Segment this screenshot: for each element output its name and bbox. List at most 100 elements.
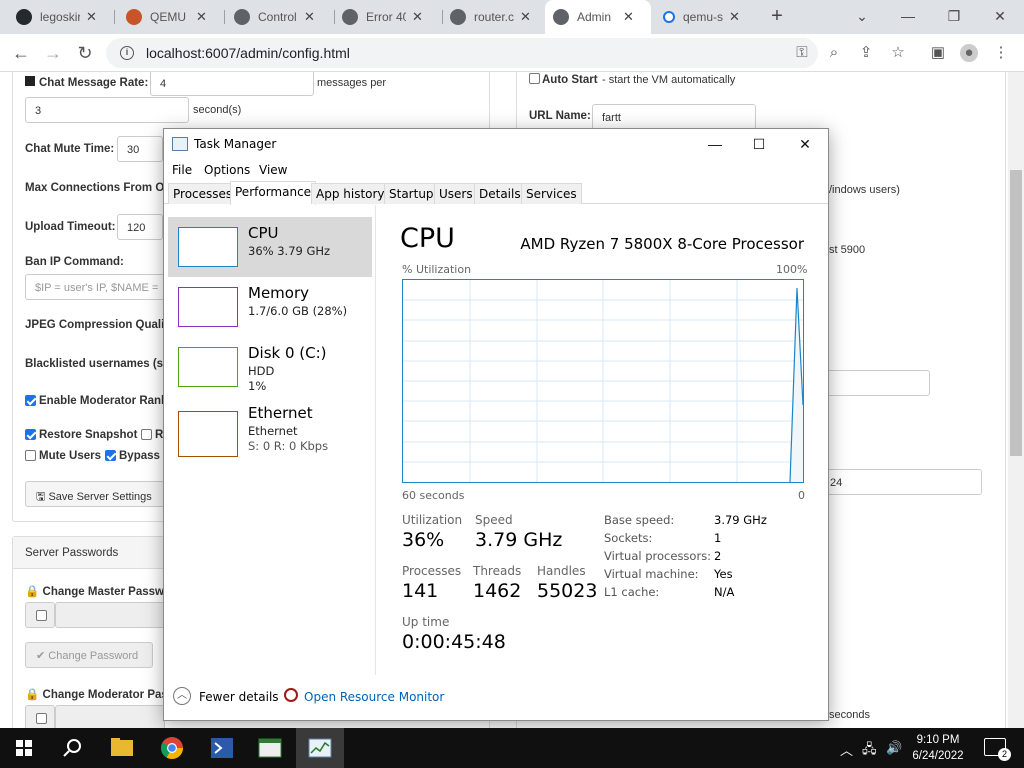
master-show-toggle[interactable] [25, 602, 55, 628]
tab-admin[interactable]: Admin ✕ [545, 0, 651, 34]
restore-snapshot-checkbox[interactable] [25, 429, 36, 440]
moderator-password-input[interactable] [55, 705, 165, 728]
tab-qemu[interactable]: QEMU ( ✕ [118, 0, 218, 34]
minimize-icon[interactable]: — [888, 4, 928, 30]
taskbar-search-button[interactable] [48, 728, 96, 768]
tab-title: Error 40 [366, 10, 406, 24]
forward-icon[interactable]: → [40, 40, 66, 66]
tab-router[interactable]: router.c ✕ [442, 0, 542, 34]
change-password-button[interactable]: ✔ Change Password [25, 642, 153, 668]
task-manager-titlebar[interactable]: Task Manager — ☐ ✕ [164, 129, 828, 159]
url-name-input[interactable]: fartt [592, 104, 756, 130]
enable-moderator-checkbox[interactable] [25, 395, 36, 406]
tm-close-icon[interactable]: ✕ [792, 133, 818, 155]
upload-timeout-input[interactable]: 120 [117, 214, 163, 240]
sidebar-item-ethernet[interactable]: Ethernet Ethernet S: 0 R: 0 Kbps [168, 397, 372, 463]
reload-icon[interactable]: ↻ [72, 40, 98, 66]
restore-icon[interactable]: ❐ [934, 4, 974, 30]
site-info-icon[interactable]: i [120, 46, 134, 60]
moderator-show-toggle[interactable] [25, 705, 55, 728]
master-password-input[interactable] [55, 602, 165, 628]
tab-app-history[interactable]: App history [311, 183, 390, 204]
close-tab-icon[interactable]: ✕ [520, 9, 531, 25]
tab-legoskir[interactable]: legoskir ✕ [8, 0, 108, 34]
tab-performance[interactable]: Performance [230, 181, 317, 205]
menu-options[interactable]: Options [204, 163, 250, 177]
chat-rate-input[interactable]: 4 [150, 72, 314, 96]
search-icon [63, 739, 81, 757]
tab-startup[interactable]: Startup [384, 183, 439, 204]
tray-chevron-icon[interactable]: ︿ [840, 740, 853, 759]
back-icon[interactable]: ← [8, 40, 34, 66]
taskbar-file-explorer[interactable] [98, 728, 146, 768]
page-scrollbar-thumb[interactable] [1010, 170, 1022, 456]
right-field-24-input[interactable]: 24 [820, 469, 982, 495]
close-tab-icon[interactable]: ✕ [86, 9, 97, 25]
address-bar[interactable]: i localhost:6007/admin/config.html [106, 38, 818, 68]
max-connections-label: Max Connections From Or [25, 182, 169, 194]
profile-avatar-icon[interactable]: ● [960, 44, 978, 62]
tab-control[interactable]: Control ✕ [226, 0, 330, 34]
taskbar-task-manager[interactable] [296, 728, 344, 768]
tab-error[interactable]: Error 40 ✕ [334, 0, 438, 34]
sidebar-item-cpu[interactable]: CPU 36% 3.79 GHz [168, 217, 372, 277]
tab-users[interactable]: Users [434, 183, 478, 204]
notification-icon[interactable]: 2 [984, 738, 1011, 761]
uptime-label: Up time [402, 615, 450, 629]
tab-services[interactable]: Services [521, 183, 582, 204]
close-tab-icon[interactable]: ✕ [196, 9, 207, 25]
menu-file[interactable]: File [172, 163, 192, 177]
menu-kebab-icon[interactable]: ⋮ [992, 44, 1010, 62]
sidebar-item-memory[interactable]: Memory 1.7/6.0 GB (28%) [168, 277, 372, 337]
password-key-icon[interactable]: ⚿ [793, 44, 811, 62]
url-text[interactable]: localhost:6007/admin/config.html [146, 45, 350, 61]
tab-search-icon[interactable]: ⌄ [842, 4, 882, 30]
mute-users-checkbox[interactable] [25, 450, 36, 461]
open-resource-monitor-link[interactable]: Open Resource Monitor [304, 690, 444, 704]
tab-qemu-search[interactable]: qemu-s ✕ [655, 0, 759, 34]
tm-maximize-icon[interactable]: ☐ [746, 133, 772, 155]
task-manager-window: Task Manager — ☐ ✕ File Options View Pro… [163, 128, 829, 721]
zoom-icon[interactable]: ⌕ [825, 44, 843, 62]
handles-value: 55023 [537, 580, 598, 602]
tab-details[interactable]: Details [474, 183, 526, 204]
tab-processes[interactable]: Processes [168, 183, 238, 204]
start-button[interactable] [0, 728, 48, 768]
seconds-input[interactable]: 3 [25, 97, 189, 123]
share-icon[interactable]: ⇪ [857, 44, 875, 62]
sidebar-item-disk[interactable]: Disk 0 (C:) HDD 1% [168, 337, 372, 397]
taskbar-clock[interactable]: 9:10 PM 6/24/2022 [900, 732, 976, 764]
bypass-checkbox[interactable] [105, 450, 116, 461]
mute-time-input[interactable]: 30 [117, 136, 163, 162]
sidebar-item-name: CPU [248, 224, 279, 242]
master-show-checkbox[interactable] [36, 610, 47, 621]
fewer-details-link[interactable]: Fewer details [199, 690, 279, 704]
reboot-checkbox[interactable] [141, 429, 152, 440]
bookmark-star-icon[interactable]: ☆ [889, 44, 907, 62]
network-icon[interactable]: 🖧 [862, 740, 877, 762]
ban-ip-input[interactable]: $IP = user's IP, $NAME = [25, 274, 165, 300]
change-master-text: Change Master Passwo [42, 586, 171, 598]
processes-label: Processes [402, 564, 462, 578]
menu-view[interactable]: View [259, 163, 287, 177]
auto-start-checkbox[interactable] [529, 73, 540, 84]
collapse-chevron-icon[interactable]: ︿ [173, 687, 191, 705]
close-tab-icon[interactable]: ✕ [304, 9, 315, 25]
right-field-input[interactable] [820, 370, 930, 396]
tm-minimize-icon[interactable]: — [702, 133, 728, 155]
close-tab-icon[interactable]: ✕ [623, 9, 634, 25]
taskbar-powershell[interactable] [198, 728, 246, 768]
close-tab-icon[interactable]: ✕ [729, 9, 740, 25]
globe-icon [342, 9, 358, 25]
new-tab-button[interactable]: + [766, 6, 788, 28]
tab-separator [114, 10, 115, 24]
taskbar-app[interactable] [246, 728, 294, 768]
task-manager-menubar: File Options View [164, 159, 828, 181]
windows-taskbar: ︿ 🖧 🔊 9:10 PM 6/24/2022 2 [0, 728, 1024, 768]
save-server-settings-button[interactable]: 🖫 Save Server Settings [25, 481, 165, 507]
close-tab-icon[interactable]: ✕ [412, 9, 423, 25]
side-panel-icon[interactable]: ▣ [929, 44, 947, 62]
taskbar-chrome[interactable] [148, 728, 196, 768]
moderator-show-checkbox[interactable] [36, 713, 47, 724]
close-window-icon[interactable]: ✕ [980, 4, 1020, 30]
